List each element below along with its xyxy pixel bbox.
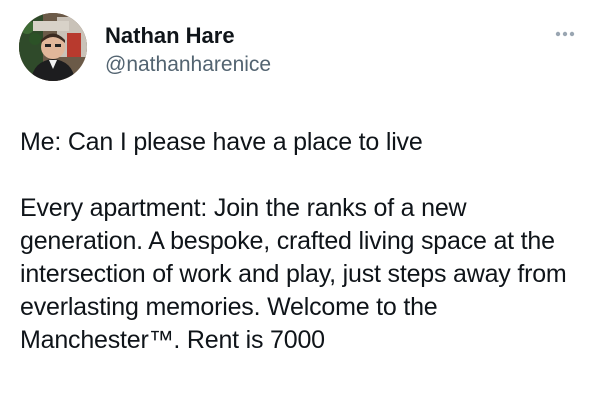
tweet-card: Nathan Hare @nathanharenice Me: Can I pl… [0, 0, 599, 405]
tweet-paragraph: Me: Can I please have a place to live [20, 128, 423, 156]
tweet-paragraph: Every apartment: Join the ranks of a new… [20, 194, 567, 354]
tweet-text: Me: Can I please have a place to live Ev… [20, 126, 590, 357]
author-handle[interactable]: @nathanharenice [105, 52, 271, 78]
profile-photo [19, 13, 87, 81]
author-display-name[interactable]: Nathan Hare [105, 23, 235, 49]
avatar[interactable] [19, 13, 87, 81]
more-options-button[interactable] [552, 22, 582, 46]
more-options-icon [555, 31, 575, 37]
